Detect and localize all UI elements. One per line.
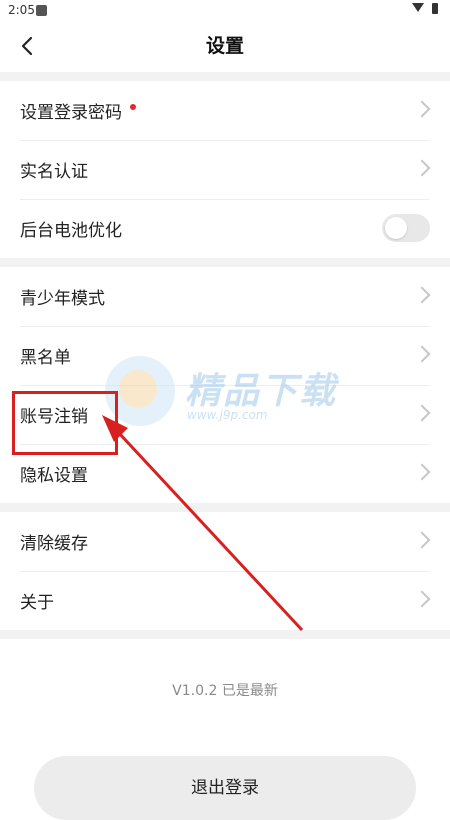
- setting-label: 设置登录密码: [20, 103, 122, 123]
- logout-button[interactable]: 退出登录: [34, 756, 416, 820]
- setting-clear-cache[interactable]: 清除缓存: [0, 512, 450, 571]
- toggle-knob: [385, 217, 407, 239]
- section-divider: [0, 72, 450, 81]
- watermark-url: www.j9p.com: [187, 408, 268, 422]
- header: 设置: [0, 22, 450, 70]
- version-text: V1.0.2 已是最新: [172, 683, 278, 699]
- setting-real-name-auth[interactable]: 实名认证: [0, 140, 450, 199]
- settings-group-misc: 清除缓存 关于: [0, 512, 450, 630]
- page-title: 设置: [205, 35, 244, 57]
- annotation-highlight-box: [12, 391, 118, 455]
- notification-icon: [36, 5, 47, 16]
- battery-optimization-toggle[interactable]: [382, 214, 430, 242]
- chevron-right-icon: [413, 345, 431, 363]
- status-time: 2:05: [8, 3, 35, 17]
- setting-teen-mode[interactable]: 青少年模式: [0, 267, 450, 326]
- section-divider: [0, 258, 450, 267]
- section-divider: [0, 630, 450, 639]
- setting-battery-optimization: 后台电池优化: [0, 199, 450, 258]
- settings-group-account: 设置登录密码 实名认证 后台电池优化: [0, 81, 450, 258]
- chevron-right-icon: [413, 404, 431, 422]
- chevron-right-icon: [413, 531, 431, 549]
- setting-label: 青少年模式: [20, 289, 105, 309]
- setting-label: 实名认证: [20, 162, 88, 182]
- battery-icon: [432, 3, 438, 14]
- setting-label: 清除缓存: [20, 534, 88, 554]
- wifi-icon: [412, 3, 424, 12]
- red-dot-badge: [130, 103, 136, 110]
- setting-label: 关于: [20, 593, 54, 613]
- setting-login-password[interactable]: 设置登录密码: [0, 81, 450, 140]
- chevron-right-icon: [413, 159, 431, 177]
- setting-about[interactable]: 关于: [0, 571, 450, 630]
- section-divider: [0, 503, 450, 512]
- setting-label: 后台电池优化: [20, 221, 122, 241]
- watermark: 精品下载 www.j9p.com: [105, 356, 365, 436]
- chevron-right-icon: [413, 286, 431, 304]
- setting-label: 黑名单: [20, 348, 71, 368]
- setting-label: 隐私设置: [20, 466, 88, 486]
- chevron-right-icon: [413, 100, 431, 118]
- watermark-title: 精品下载: [185, 371, 338, 412]
- status-bar: 2:05: [0, 0, 450, 22]
- chevron-right-icon: [413, 590, 431, 608]
- chevron-right-icon: [413, 463, 431, 481]
